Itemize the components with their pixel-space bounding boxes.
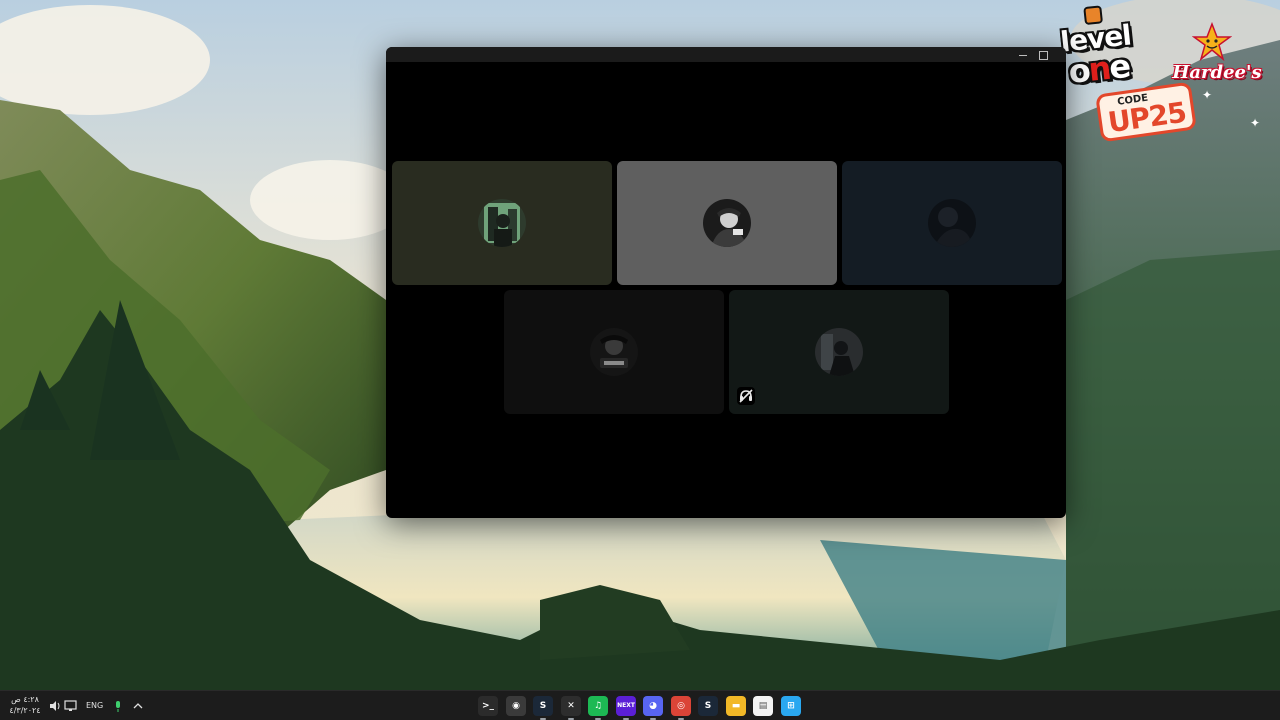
deafened-icon: [737, 387, 755, 405]
participant-tile[interactable]: [504, 290, 724, 414]
discord-icon[interactable]: ◕: [643, 696, 663, 720]
spotify-icon[interactable]: ♫: [588, 696, 608, 720]
promo-overlay: level one Hardee's CODE UP25 ✦ ✦: [1050, 5, 1280, 143]
app-glyph: >_: [481, 701, 495, 711]
participant-avatar[interactable]: [815, 328, 863, 376]
chevron-up-icon[interactable]: [133, 699, 143, 713]
app-glyph: ▬: [731, 701, 741, 711]
app-glyph: S: [704, 701, 712, 711]
steam-alt-icon[interactable]: S: [698, 696, 718, 716]
participant-avatar[interactable]: [590, 328, 638, 376]
hardees-star-icon: [1192, 22, 1232, 62]
voice-call-window[interactable]: [386, 47, 1066, 518]
participant-avatar[interactable]: [478, 199, 526, 247]
clock-date: ٤/٣/٢٠٢٤: [9, 706, 41, 715]
app-glyph: ✕: [567, 701, 575, 711]
network-icon[interactable]: [64, 699, 78, 713]
app-glyph: NEXT: [617, 702, 635, 709]
language-indicator[interactable]: ENG: [86, 699, 106, 713]
clock-time: ٤:٢٨ ص: [11, 695, 39, 704]
participant-tile[interactable]: [729, 290, 949, 414]
steam-icon[interactable]: S: [533, 696, 553, 720]
microphone-icon[interactable]: [114, 699, 122, 713]
volume-icon[interactable]: [49, 699, 61, 713]
app-glyph: ▤: [758, 701, 768, 711]
minimize-button[interactable]: [1014, 47, 1032, 62]
taskbar: ٤:٢٨ ص ٤/٣/٢٠٢٤ ENG >_ ◉ S ✕ ♫ NEXT ◕ ◎ S ▬ ▤ ⊞: [0, 690, 1280, 720]
sparkle-icon: ✦: [1202, 88, 1213, 102]
levelone-line2: one: [1066, 46, 1131, 91]
chrome-icon[interactable]: ◎: [671, 696, 691, 720]
participant-avatar[interactable]: [928, 199, 976, 247]
hardees-wordmark: Hardee's: [1172, 62, 1262, 83]
participant-avatar[interactable]: [703, 199, 751, 247]
hardees-logo: Hardee's: [1162, 22, 1272, 83]
notepad-icon[interactable]: ▤: [753, 696, 773, 716]
start-icon[interactable]: ⊞: [781, 696, 801, 716]
title-bar[interactable]: [386, 47, 1066, 62]
taskbar-clock[interactable]: ٤:٢٨ ص ٤/٣/٢٠٢٤: [6, 694, 44, 716]
xbox-icon[interactable]: ✕: [561, 696, 581, 720]
participant-tile[interactable]: [392, 161, 612, 285]
terminal-icon[interactable]: >_: [478, 696, 498, 716]
next-icon[interactable]: NEXT: [616, 696, 636, 720]
app-glyph: S: [539, 701, 547, 711]
app-glyph: ◎: [677, 701, 685, 711]
maximize-button[interactable]: [1034, 47, 1052, 62]
app-glyph: ◕: [649, 701, 657, 711]
app-glyph: ⊞: [787, 701, 795, 711]
obs-icon[interactable]: ◉: [506, 696, 526, 716]
levelone-logo: level one: [1054, 5, 1140, 96]
participant-tile-speaking[interactable]: [617, 161, 837, 285]
app-glyph: ♫: [593, 701, 603, 711]
participant-tile[interactable]: [842, 161, 1062, 285]
sparkle-icon: ✦: [1250, 116, 1261, 130]
file-explorer-icon[interactable]: ▬: [726, 696, 746, 716]
app-glyph: ◉: [512, 701, 520, 711]
